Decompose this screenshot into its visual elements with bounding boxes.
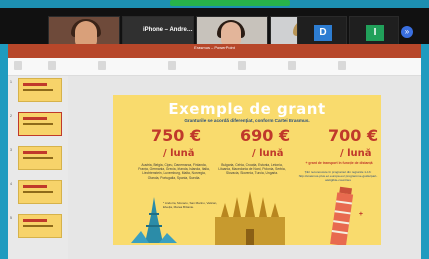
ppt-title-bar: Erasmus – PowerPoint: [8, 44, 421, 51]
slide-thumbnail[interactable]: [18, 78, 62, 102]
participant-avatar: D: [314, 25, 332, 41]
grant-amount-3: 700 €: [328, 126, 379, 145]
grant-countries-2: Bulgaria, Cehia, Croația, Estonia, Leton…: [218, 163, 286, 176]
powerpoint-window: Erasmus – PowerPoint File Home Insert De…: [8, 44, 421, 259]
find-icon[interactable]: [338, 61, 346, 70]
grant-amount-2: 690 €: [240, 126, 291, 145]
slide-number: 4: [10, 182, 12, 186]
slide-thumbnail[interactable]: [18, 146, 62, 170]
participant-avatar: I: [366, 25, 384, 41]
leaning-tower-illustration: [330, 186, 354, 245]
current-slide[interactable]: Exemple de grant Granturile se acordă di…: [113, 95, 381, 245]
grant-period-1: / lună: [163, 148, 195, 159]
next-participants-button[interactable]: »: [401, 26, 413, 38]
slide-thumbnail[interactable]: [18, 214, 62, 238]
slide-subtitle: Granturile se acordă diferențiat, confor…: [184, 118, 310, 123]
grant-amount-1: 750 €: [151, 126, 202, 145]
ppt-ribbon: [8, 58, 421, 76]
paragraph-icon[interactable]: [168, 61, 176, 70]
participant-name-label: iPhone – Andre…: [143, 27, 193, 33]
slide-title: Exemple de grant: [168, 100, 326, 118]
decorative-plus-icon: +: [358, 211, 363, 218]
slide-number: 1: [10, 80, 12, 84]
grant-period-3: / lună: [340, 148, 372, 159]
shapes-icon[interactable]: [238, 61, 246, 70]
ppt-menu-bar: File Home Insert Design Transitions Anim…: [8, 51, 421, 65]
arrange-icon[interactable]: [288, 61, 296, 70]
slide-number: 2: [10, 114, 12, 118]
eligible-countries-note: Țări recunoscute în programul din regiun…: [298, 170, 378, 182]
grant-period-2: / lună: [252, 148, 284, 159]
new-slide-icon[interactable]: [48, 61, 56, 70]
screen-share-indicator[interactable]: [170, 0, 290, 6]
grant-countries-1: Austria, Belgia, Cipru, Danemarca, Finla…: [138, 163, 210, 180]
transport-grant-note: + grant de transport în funcție de dista…: [305, 161, 373, 165]
slide-canvas: Exemple de grant Granturile se acordă di…: [68, 76, 421, 259]
participant-face: [221, 22, 241, 46]
slide-number: 5: [10, 216, 12, 220]
slide-thumbnail[interactable]: [18, 112, 62, 136]
paste-icon[interactable]: [14, 61, 22, 70]
eiffel-tower-illustration: [131, 197, 177, 243]
cathedral-illustration: [215, 191, 285, 245]
slide-thumbnails-pane: 1 2 3 4 5: [8, 76, 68, 259]
font-icon[interactable]: [98, 61, 106, 70]
slide-number: 3: [10, 148, 12, 152]
slide-thumbnail[interactable]: [18, 180, 62, 204]
zoom-participant-strip: iPhone – Andre… D I »: [0, 8, 429, 49]
